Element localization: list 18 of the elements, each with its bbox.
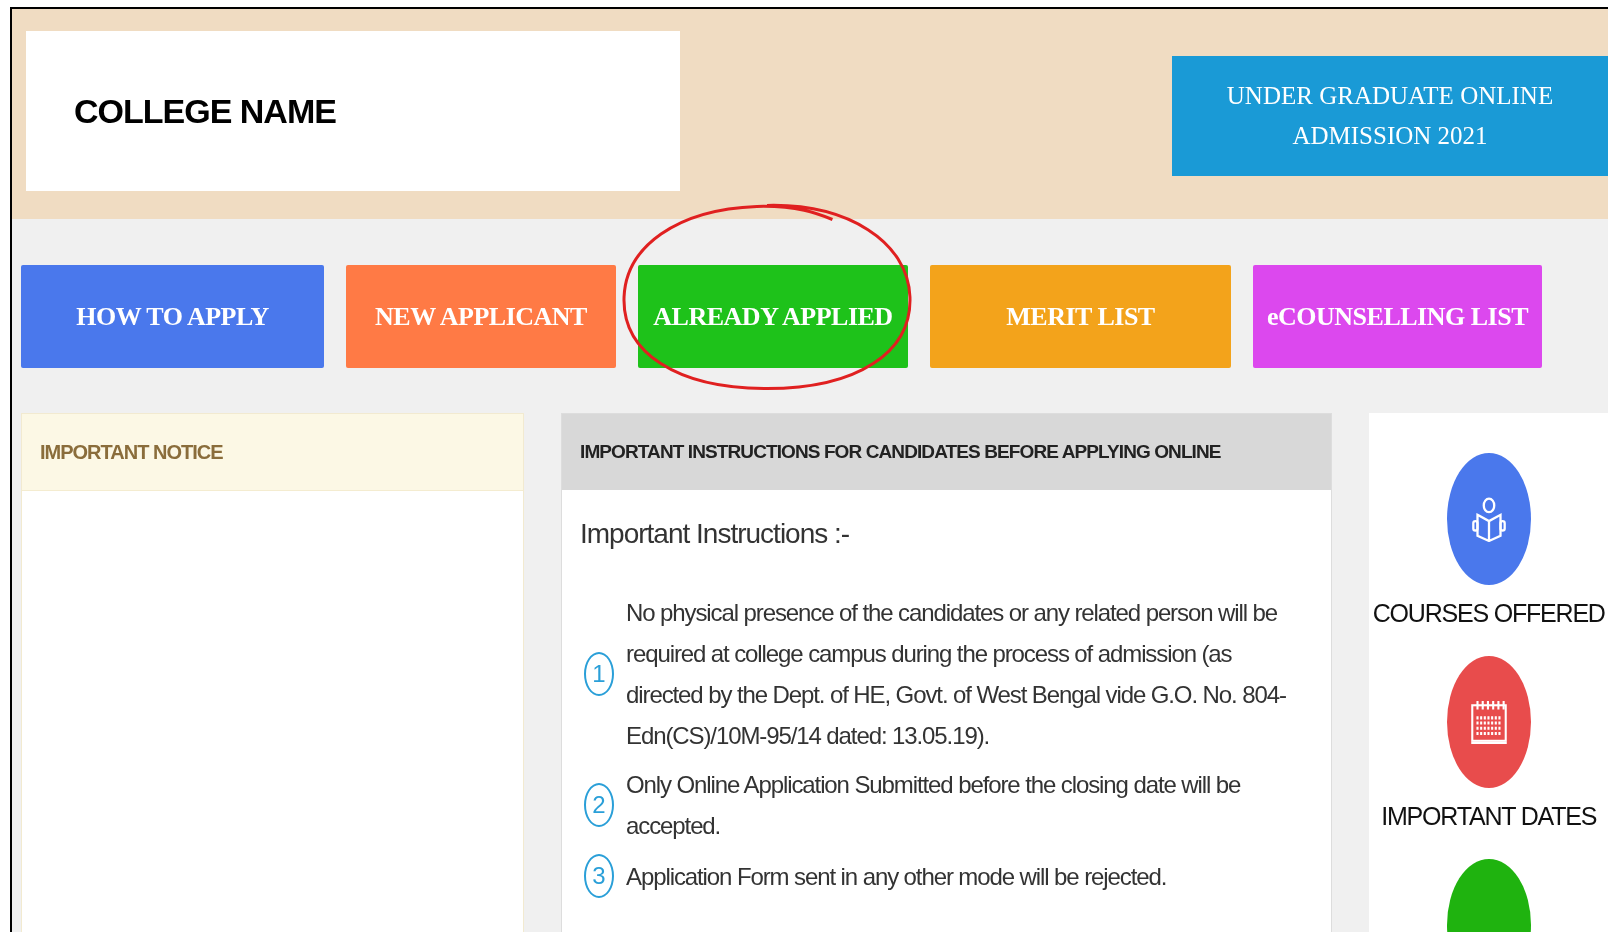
link-label[interactable]: IMPORTANT DATES [1381,802,1597,831]
number-badge: 2 [584,783,614,827]
panel-title: IMPORTANT NOTICE [40,440,223,464]
instruction-text: Only Online Application Submitted before the closing date will be accepted. [626,770,1242,841]
nav-button[interactable]: eCOUNSELLING LIST [1253,265,1542,368]
instructions-heading: Important Instructions :- [580,518,851,550]
college-name: COLLEGE NAME [74,91,336,131]
nav-button[interactable]: HOW TO APPLY [21,265,324,368]
instruction-text: No physical presence of the candidates or any related person will be required at college campus during the process of admission (as directed by the Dept. of HE, Govt. of West Bengal vide G.O. No. 804-Edn(CS)/10M-95/14 dated: 13.05.19). [626,598,1287,751]
link-label[interactable]: COURSES OFFERED [1372,599,1605,628]
nav-button[interactable]: NEW APPLICANT [346,265,616,368]
nav-button[interactable]: ALREADY APPLIED [638,265,908,368]
number-badge: 1 [584,652,614,696]
instruction-text: Application Form sent in any other mode will be rejected. [626,861,1167,892]
nav-button[interactable]: MERIT LIST [930,265,1231,368]
admission-banner: UNDER GRADUATE ONLINE ADMISSION 2021 [1172,56,1608,176]
number-badge: 3 [584,854,614,898]
panel-title: IMPORTANT INSTRUCTIONS FOR CANDIDATES BEFORE APPLYING ONLINE [580,441,1221,463]
